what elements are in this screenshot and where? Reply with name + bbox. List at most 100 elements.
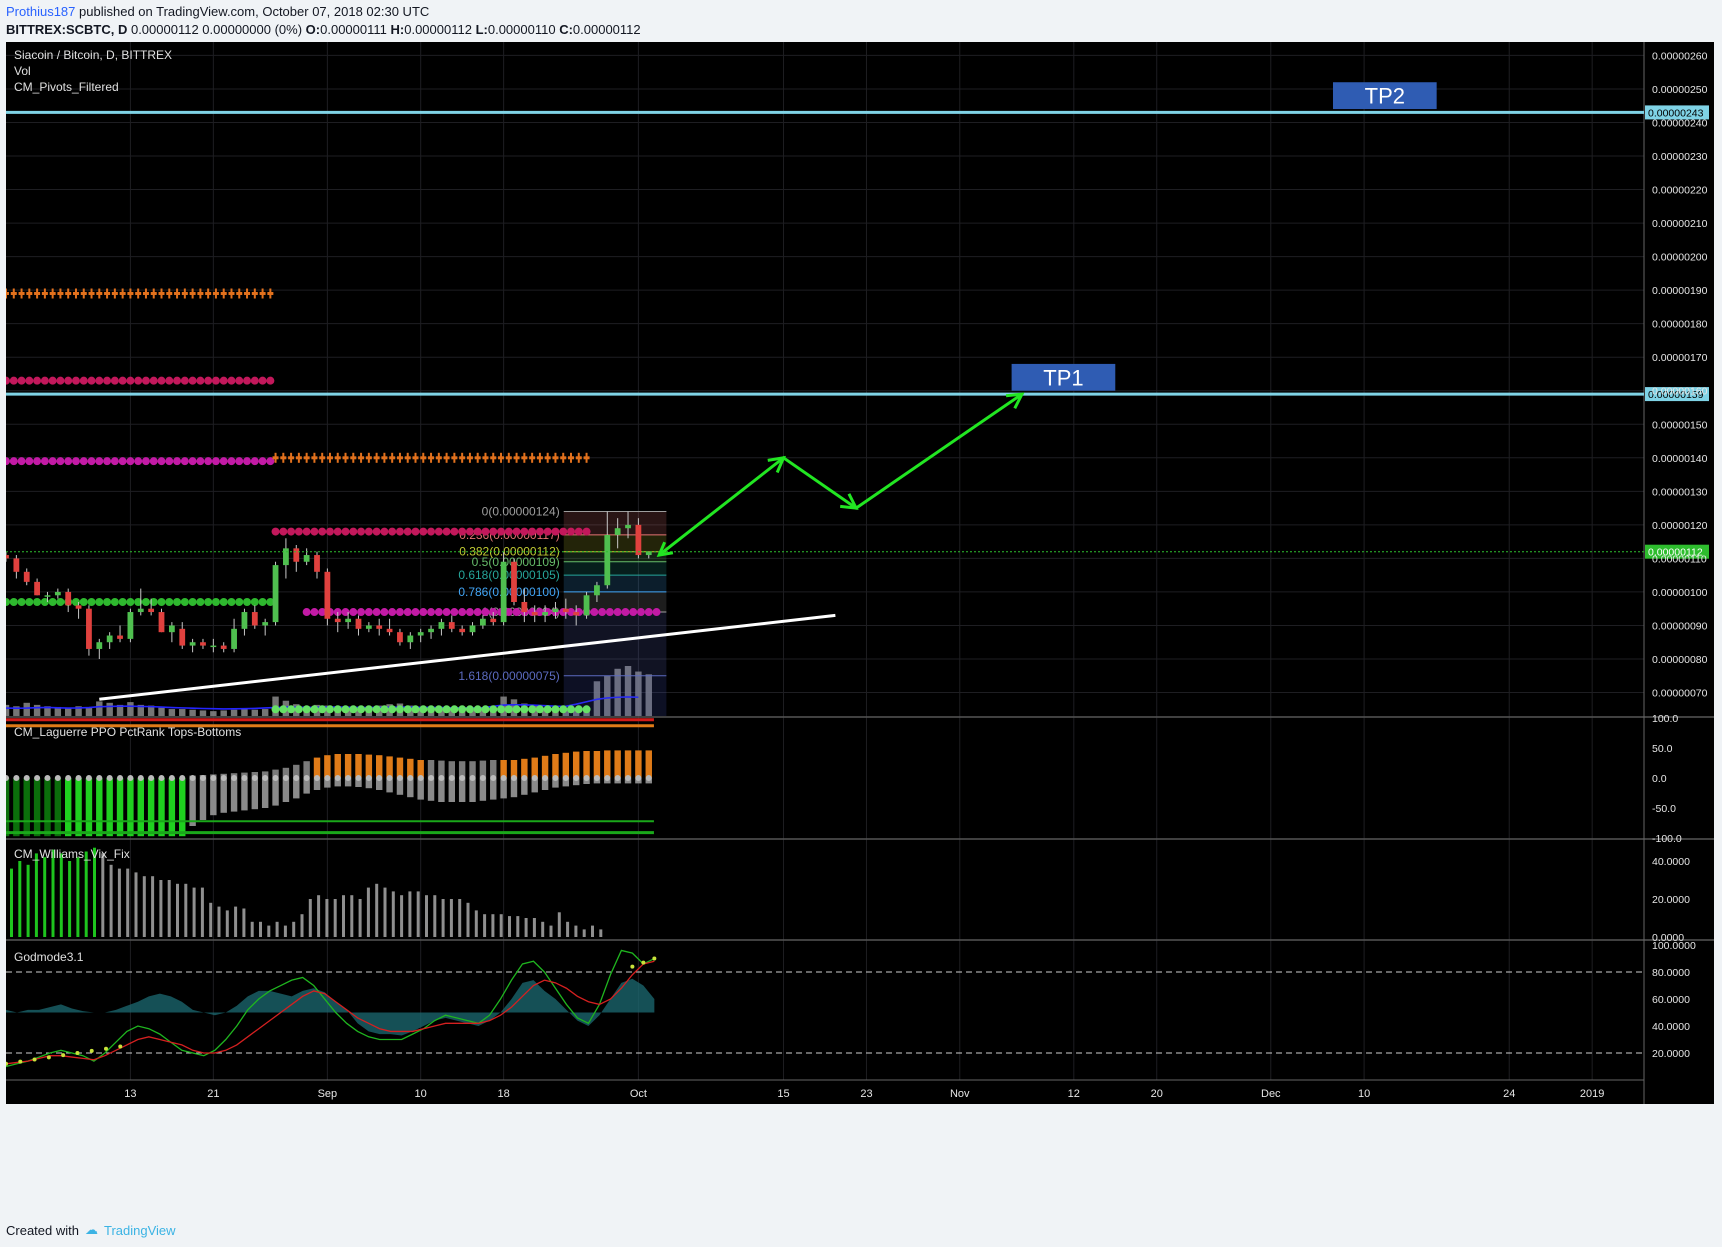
price-axis-tick: 0.00000260 — [1652, 50, 1708, 62]
pivot-dot — [87, 376, 96, 385]
pivot-dot — [504, 705, 513, 714]
chart-canvas[interactable]: 0(0.00000124)0.236(0.00000117)0.382(0.00… — [6, 42, 1714, 1214]
godmode-signal-dot — [75, 1051, 80, 1056]
pivot-dot — [489, 527, 498, 536]
pane-axis-tick: 40.0000 — [1652, 856, 1690, 868]
time-axis-tick: Dec — [1261, 1088, 1281, 1100]
fib-zone — [563, 561, 667, 576]
pivot-dot — [644, 608, 653, 617]
ppo-bottom-bar — [241, 778, 248, 811]
pivot-dot — [287, 705, 296, 714]
ppo-zero-dot — [168, 775, 175, 781]
pivot-dot — [165, 376, 174, 385]
pivot-dot — [473, 527, 482, 536]
candle-body — [397, 632, 403, 643]
pivot-dot — [481, 608, 490, 617]
pivot-dot — [56, 376, 65, 385]
vix-bar — [109, 864, 113, 937]
ppo-zero-dot — [293, 775, 300, 781]
candle-body — [283, 548, 289, 566]
ppo-zero-dot — [510, 775, 517, 781]
ppo-zero-dot — [303, 775, 310, 781]
candle-body — [137, 608, 144, 613]
vix-bar — [333, 899, 337, 937]
pivot-dot — [157, 457, 166, 466]
pivot-dot — [302, 527, 311, 536]
godmode-signal-dot — [61, 1053, 66, 1058]
ppo-zero-dot — [345, 775, 352, 781]
ppo-zero-dot — [54, 775, 61, 781]
pivot-dot — [227, 457, 236, 466]
vix-bar — [192, 887, 196, 937]
pivot-dot — [512, 608, 521, 617]
publish-line: Prothius187 published on TradingView.com… — [6, 4, 429, 19]
ppo-bottom-bar — [64, 778, 72, 837]
vix-bar — [391, 891, 395, 937]
pivot-dot — [403, 608, 412, 617]
pivot-dot — [219, 376, 228, 385]
target-box-label: TP2 — [1365, 84, 1405, 109]
pivot-dot — [357, 527, 366, 536]
ppo-top-bar — [635, 750, 642, 778]
pivot-dot — [497, 527, 506, 536]
godmode-signal-dot — [652, 956, 657, 961]
target-box: TP2 — [1332, 82, 1437, 110]
high-label: H: — [390, 22, 405, 37]
ppo-zero-dot — [44, 775, 51, 781]
pivot-dot — [349, 608, 358, 617]
ppo-zero-dot — [625, 775, 632, 781]
ppo-zero-dot — [417, 775, 424, 781]
pivot-dot — [134, 457, 143, 466]
ppo-zero-dot — [13, 775, 20, 781]
ppo-bottom-bar — [96, 778, 103, 837]
ppo-bottom-bar — [116, 778, 124, 837]
vix-bar — [483, 914, 487, 937]
price-axis-tick: 0.00000170 — [1652, 352, 1708, 364]
ppo-zero-dot — [500, 775, 507, 781]
pivot-dot — [48, 376, 57, 385]
volume-bar — [189, 709, 196, 716]
candle-body — [303, 555, 310, 562]
tradingview-brand[interactable]: TradingView — [104, 1223, 176, 1238]
vix-bar — [142, 876, 146, 937]
ppo-bottom-bar — [490, 778, 497, 800]
candle-body — [34, 581, 40, 596]
publish-info: published on TradingView.com, October 07… — [79, 4, 430, 19]
ppo-zero-dot — [199, 775, 206, 781]
pane-axis-tick: -50.0 — [1652, 803, 1676, 815]
vix-bar — [10, 868, 13, 937]
pivot-dot — [134, 376, 143, 385]
low-value: 0.00000110 — [487, 22, 556, 37]
time-axis-tick: 15 — [777, 1088, 789, 1100]
volume-bar — [158, 707, 165, 716]
pivot-dot — [310, 527, 319, 536]
pivot-dot — [157, 376, 166, 385]
pivot-dot — [458, 527, 467, 536]
pivot-dot — [64, 457, 73, 466]
author-link[interactable]: Prothius187 — [6, 4, 75, 19]
candle-body — [345, 618, 352, 623]
ppo-zero-dot — [158, 775, 165, 781]
ppo-zero-dot — [106, 775, 113, 781]
pivot-dot — [110, 597, 119, 606]
candle-body — [417, 632, 424, 636]
ppo-zero-dot — [448, 775, 455, 781]
pivot-dot — [458, 608, 467, 617]
ppo-zero-dot — [479, 775, 486, 781]
ppo-top-bar — [324, 755, 331, 778]
pivot-dot — [442, 705, 451, 714]
ppo-top-bar — [334, 754, 341, 778]
pivot-dot — [341, 705, 350, 714]
ppo-top-bar — [624, 750, 632, 778]
ppo-bottom-bar — [147, 778, 155, 837]
ppo-bottom-bar — [479, 778, 487, 801]
pane-title: CM_Williams_Vix_Fix — [14, 847, 130, 861]
candle-body — [65, 591, 72, 606]
ppo-top-bar — [583, 751, 590, 778]
vix-bar — [283, 925, 287, 937]
pivot-dot — [310, 705, 319, 714]
fib-level-label: 0(0.00000124) — [482, 504, 560, 518]
godmode-signal-dot — [89, 1048, 94, 1053]
pivot-dot — [294, 705, 303, 714]
ppo-top-bar — [376, 755, 383, 778]
